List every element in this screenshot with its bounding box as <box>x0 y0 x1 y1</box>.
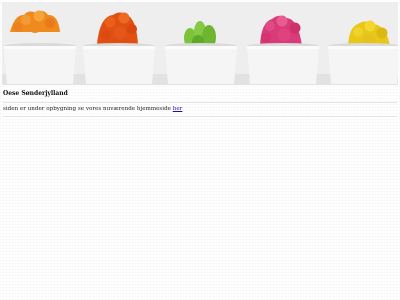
main-content: Oese Sønderjylland siden er under opbygn… <box>3 89 397 117</box>
notice-text: siden er under opbygning se vores nuvære… <box>3 106 171 112</box>
homepage-link[interactable]: her <box>173 106 183 112</box>
construction-notice: siden er under opbygning se vores nuvære… <box>3 103 397 115</box>
page: Oese Sønderjylland siden er under opbygn… <box>0 0 400 300</box>
hero-banner <box>2 2 398 85</box>
divider <box>3 116 397 117</box>
hero-image <box>2 2 398 85</box>
site-title: Oese Sønderjylland <box>3 90 68 97</box>
